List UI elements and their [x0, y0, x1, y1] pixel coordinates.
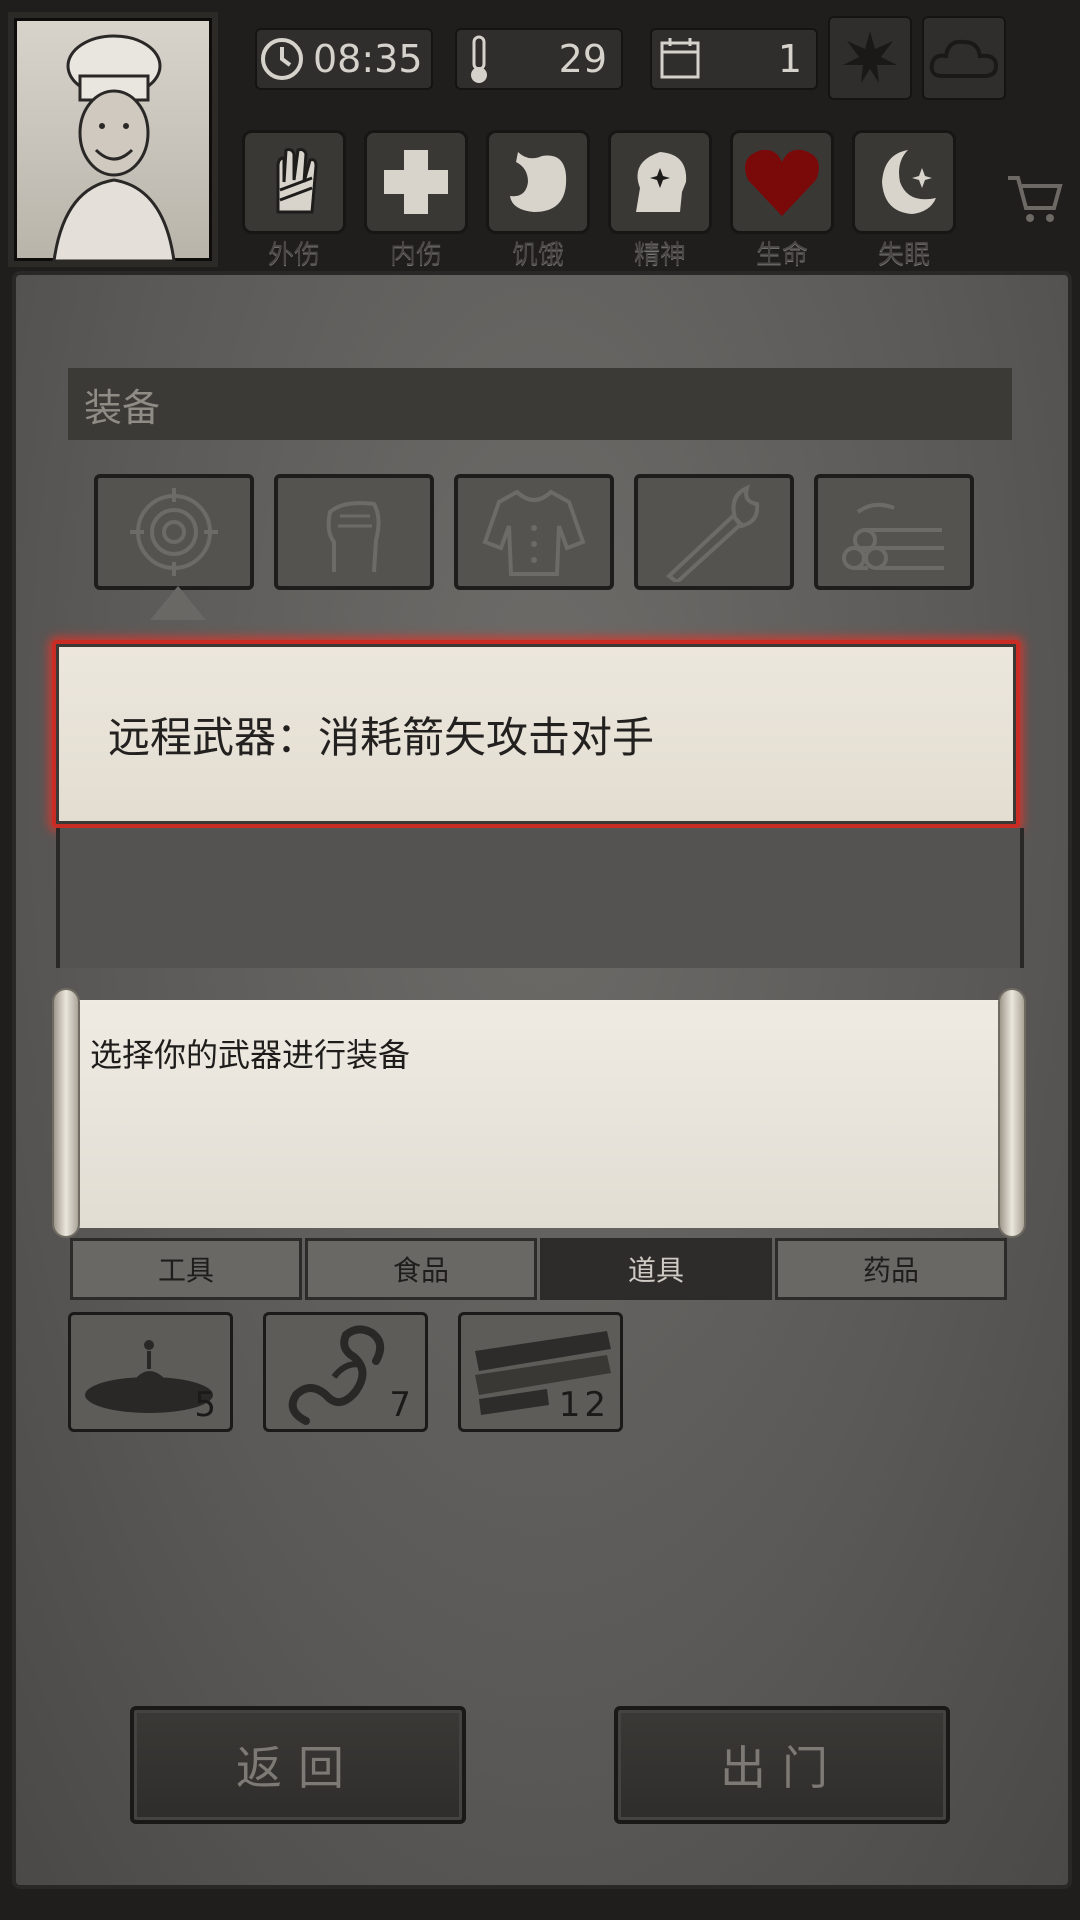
calendar-icon [660, 38, 700, 79]
equipment-header: 装备 [68, 368, 1012, 440]
firewood-icon [842, 502, 944, 570]
cloud-icon [929, 39, 999, 78]
inventory-item-tar[interactable]: 5 [68, 1312, 233, 1432]
cross-icon [384, 150, 448, 214]
message-scroll: 选择你的武器进行装备 [56, 1000, 1024, 1228]
inventory-item-planks[interactable]: 12 [458, 1312, 623, 1432]
fist-icon [326, 501, 381, 573]
shirt-icon [482, 489, 586, 576]
status-spirit[interactable] [608, 130, 712, 234]
temperature-value: 29 [558, 37, 607, 81]
shopping-cart-icon [1008, 176, 1063, 222]
back-button[interactable]: 返回 [130, 1706, 466, 1824]
go-out-button[interactable]: 出门 [614, 1706, 950, 1824]
chef-portrait[interactable] [8, 12, 218, 267]
tooltip-text: 远程武器：消耗箭矢攻击对手 [108, 712, 655, 762]
item-count: 7 [389, 1385, 415, 1425]
slot-melee-weapon[interactable] [274, 474, 434, 590]
item-count: 12 [558, 1385, 610, 1425]
leaf-icon [843, 31, 897, 83]
clock-icon [261, 38, 303, 80]
head-sparkle-icon [636, 152, 687, 212]
status-label-insomnia: 失眠 [877, 240, 930, 270]
season-indicator [828, 16, 912, 100]
status-external-injury[interactable] [242, 130, 346, 234]
stomach-icon [510, 152, 567, 212]
status-label-internal-injury: 内伤 [389, 240, 442, 270]
slot-selection-pointer [150, 586, 206, 620]
moon-star-icon [882, 150, 936, 214]
status-insomnia[interactable] [852, 130, 956, 234]
slot-armor[interactable] [454, 474, 614, 590]
slot-fuel[interactable] [814, 474, 974, 590]
tab-props[interactable]: 道具 [540, 1238, 772, 1300]
torch-icon [665, 484, 760, 582]
tab-food[interactable]: 食品 [305, 1238, 537, 1300]
status-label-external-injury: 外伤 [267, 240, 320, 270]
status-label-spirit: 精神 [633, 240, 686, 270]
slot-ranged-weapon[interactable] [94, 474, 254, 590]
inventory-item-rope[interactable]: 7 [263, 1312, 428, 1432]
weapon-tooltip: 远程武器：消耗箭矢攻击对手 [52, 640, 1020, 828]
target-icon [130, 488, 218, 576]
status-hunger[interactable] [486, 130, 590, 234]
day-display: 1 [650, 28, 818, 90]
day-value: 1 [777, 37, 802, 81]
time-display: 08:35 [255, 28, 433, 90]
slot-light-source[interactable] [634, 474, 794, 590]
status-label-health: 生命 [755, 240, 808, 270]
status-label-hunger: 饥饿 [511, 240, 564, 270]
hand-icon [276, 148, 318, 214]
time-value: 08:35 [313, 37, 423, 81]
heart-icon [745, 149, 819, 216]
scroll-roll-right [998, 988, 1026, 1238]
thermometer-icon [471, 35, 487, 83]
chef-avatar-icon [52, 34, 176, 263]
item-count: 5 [194, 1385, 220, 1425]
status-health[interactable] [730, 130, 834, 234]
temperature-display: 29 [455, 28, 623, 90]
shop-button[interactable] [1004, 168, 1064, 232]
tooltip-body [56, 828, 1024, 968]
scroll-text: 选择你的武器进行装备 [90, 1036, 411, 1074]
weather-indicator [922, 16, 1006, 100]
tab-tools[interactable]: 工具 [70, 1238, 302, 1300]
scroll-roll-left [52, 988, 80, 1238]
status-internal-injury[interactable] [364, 130, 468, 234]
tab-medicine[interactable]: 药品 [775, 1238, 1007, 1300]
